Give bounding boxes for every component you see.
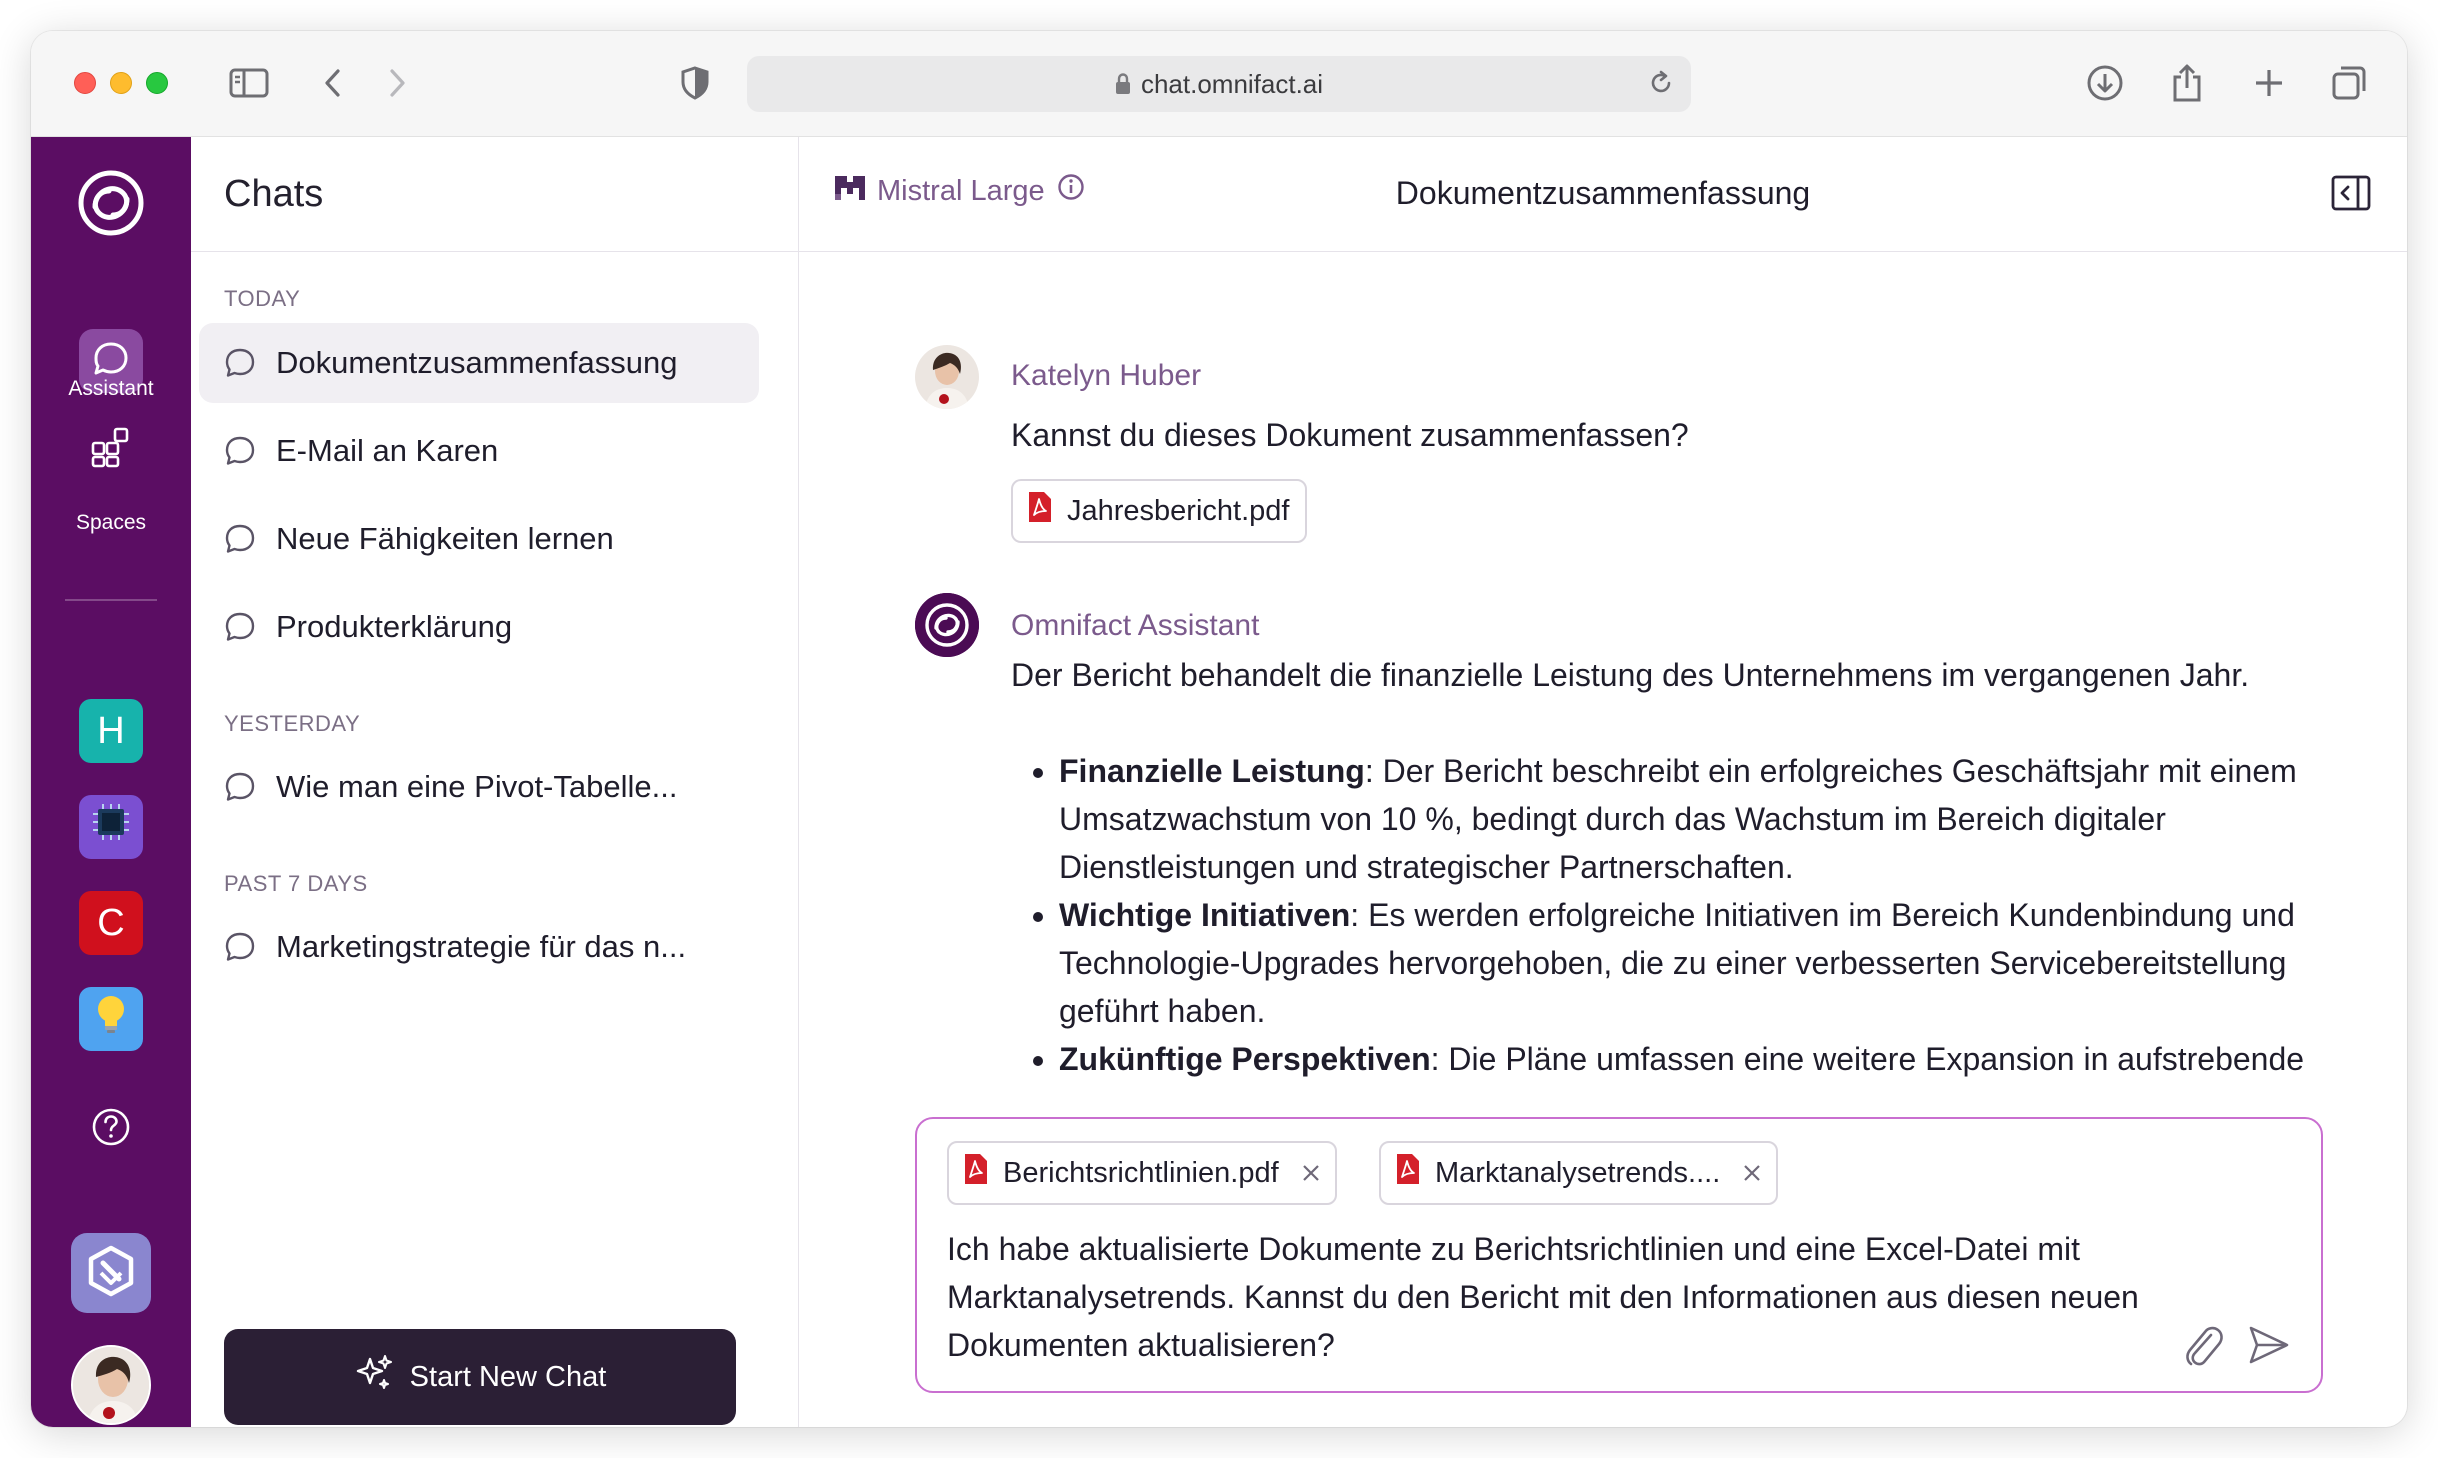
chat-item-label: Wie man eine Pivot-Tabelle... bbox=[276, 769, 678, 804]
app-rail: Assistant Spaces H C bbox=[31, 137, 191, 1427]
chat-bubble-icon bbox=[224, 347, 256, 379]
conversation-header: Mistral Large Dokumentzusammenfassung bbox=[799, 137, 2407, 252]
url-text: chat.omnifact.ai bbox=[1140, 68, 1324, 99]
chat-item-marketingstrategie[interactable]: Marketingstrategie für das n... bbox=[199, 907, 759, 987]
user-message-text: Kannst du dieses Dokument zusammenfassen… bbox=[1011, 417, 1689, 453]
composer-attachment-chip[interactable]: Berichtsrichtlinien.pdf bbox=[947, 1141, 1337, 1205]
chat-bubble-icon bbox=[224, 771, 256, 803]
user-message-avatar bbox=[915, 345, 979, 409]
section-yesterday: YESTERDAY bbox=[224, 711, 361, 736]
section-today: TODAY bbox=[224, 286, 301, 311]
rail-divider bbox=[65, 599, 157, 601]
chat-item-pivot-tabelle[interactable]: Wie man eine Pivot-Tabelle... bbox=[199, 747, 759, 827]
back-icon[interactable] bbox=[309, 59, 357, 107]
chat-item-label: Produkterklärung bbox=[276, 609, 513, 644]
attach-file-icon[interactable] bbox=[2181, 1323, 2225, 1374]
spaces-nav-button[interactable] bbox=[79, 417, 143, 481]
minimize-window-button[interactable] bbox=[110, 72, 132, 94]
space-c-button[interactable]: C bbox=[79, 891, 143, 955]
conversation-title: Dokumentzusammenfassung bbox=[1395, 175, 1811, 211]
assistant-intro: Der Bericht behandelt die finanzielle Le… bbox=[1011, 657, 2250, 693]
remove-attachment-icon[interactable] bbox=[1301, 1163, 1321, 1183]
close-window-button[interactable] bbox=[74, 72, 96, 94]
remove-attachment-icon[interactable] bbox=[1742, 1163, 1762, 1183]
pdf-icon bbox=[1027, 491, 1053, 531]
pdf-icon bbox=[1395, 1153, 1421, 1193]
zoom-window-button[interactable] bbox=[146, 72, 168, 94]
conversation-pane: Mistral Large Dokumentzusammenfassung Ka… bbox=[799, 137, 2407, 1427]
pdf-icon bbox=[963, 1153, 989, 1193]
chats-sidebar: Chats TODAY Dokumentzusammenfassung E-Ma… bbox=[191, 137, 799, 1427]
composer-attachment-chip[interactable]: Marktanalysetrends.... bbox=[1379, 1141, 1779, 1205]
user-message-name: Katelyn Huber bbox=[1011, 359, 1202, 392]
tab-overview-icon[interactable] bbox=[2325, 59, 2373, 107]
downloads-icon[interactable] bbox=[2081, 59, 2129, 107]
composer-input-text[interactable]: Ich habe aktualisierte Dokumente zu Beri… bbox=[947, 1225, 2177, 1369]
bullet-item: Wichtige Initiativen: Es werden erfolgre… bbox=[1059, 891, 2341, 1035]
new-tab-icon[interactable] bbox=[2245, 59, 2293, 107]
attachment-filename: Marktanalysetrends.... bbox=[1435, 1156, 1721, 1189]
lock-icon bbox=[1115, 73, 1131, 95]
chat-bubble-icon bbox=[224, 435, 256, 467]
assistant-message-avatar bbox=[915, 593, 979, 657]
send-icon[interactable] bbox=[2247, 1323, 2291, 1372]
light-bulb-icon bbox=[91, 992, 131, 1046]
chat-bubble-icon bbox=[224, 523, 256, 555]
browser-window: chat.omnifact.ai Assistant Spaces H C Ch… bbox=[31, 31, 2407, 1427]
start-new-chat-label: Start New Chat bbox=[409, 1360, 607, 1393]
address-bar[interactable]: chat.omnifact.ai bbox=[747, 56, 1691, 112]
attachment-filename: Jahresbericht.pdf bbox=[1067, 494, 1290, 527]
chat-bubble-icon bbox=[224, 611, 256, 643]
chat-item-dokumentzusammenfassung[interactable]: Dokumentzusammenfassung bbox=[199, 323, 759, 403]
reload-icon[interactable] bbox=[1647, 69, 1675, 104]
chat-item-email-karen[interactable]: E-Mail an Karen bbox=[199, 411, 759, 491]
privacy-shield-icon[interactable] bbox=[671, 59, 719, 107]
panel-toggle-icon[interactable] bbox=[2331, 175, 2371, 216]
assistant-message-name: Omnifact Assistant bbox=[1011, 609, 1260, 642]
chat-item-label: E-Mail an Karen bbox=[276, 433, 499, 468]
space-chip-button[interactable] bbox=[79, 795, 143, 859]
sidebar-toggle-icon[interactable] bbox=[225, 59, 273, 107]
chat-item-label: Marketingstrategie für das n... bbox=[276, 929, 687, 964]
bullet-title: Finanzielle Leistung bbox=[1059, 753, 1365, 789]
chats-title: Chats bbox=[191, 137, 798, 252]
section-past-7-days: PAST 7 DAYS bbox=[224, 871, 368, 896]
user-attachment-chip[interactable]: Jahresbericht.pdf bbox=[1011, 479, 1308, 543]
help-button[interactable] bbox=[79, 1097, 143, 1161]
chat-item-label: Neue Fähigkeiten lernen bbox=[276, 521, 614, 556]
omnifact-logo-icon[interactable] bbox=[75, 167, 147, 244]
bullet-item: Finanzielle Leistung: Der Bericht beschr… bbox=[1059, 747, 2341, 891]
share-icon[interactable] bbox=[2163, 59, 2211, 107]
browser-toolbar: chat.omnifact.ai bbox=[31, 31, 2407, 137]
space-h-button[interactable]: H bbox=[79, 699, 143, 763]
question-circle-icon bbox=[90, 1106, 132, 1153]
attachment-filename: Berichtsrichtlinien.pdf bbox=[1003, 1156, 1279, 1189]
space-letter: H bbox=[97, 709, 125, 752]
user-avatar[interactable] bbox=[71, 1345, 151, 1425]
assistant-nav-label: Assistant bbox=[68, 377, 154, 400]
start-new-chat-button[interactable]: Start New Chat bbox=[224, 1329, 736, 1425]
org-logo-icon bbox=[83, 1243, 139, 1304]
bullet-item: Zukünftige Perspektiven: Die Pläne umfas… bbox=[1059, 1035, 2341, 1091]
spaces-nav-label: Spaces bbox=[75, 511, 147, 534]
message-composer[interactable]: Berichtsrichtlinien.pdf Marktanalysetren… bbox=[915, 1117, 2323, 1393]
assistant-message-body: Der Bericht behandelt die finanzielle Le… bbox=[1011, 651, 2341, 1091]
org-switcher-button[interactable] bbox=[71, 1233, 151, 1313]
chip-icon bbox=[91, 802, 131, 852]
chat-item-label: Dokumentzusammenfassung bbox=[276, 345, 678, 380]
space-idea-button[interactable] bbox=[79, 987, 143, 1051]
forward-icon[interactable] bbox=[373, 59, 421, 107]
space-letter: C bbox=[97, 901, 125, 944]
grid-icon bbox=[90, 426, 132, 473]
bullet-title: Wichtige Initiativen bbox=[1059, 897, 1351, 933]
chat-item-produkterklaerung[interactable]: Produkterklärung bbox=[199, 587, 759, 667]
chat-item-neue-faehigkeiten[interactable]: Neue Fähigkeiten lernen bbox=[199, 499, 759, 579]
bullet-title: Zukünftige Perspektiven bbox=[1059, 1041, 1431, 1077]
chat-bubble-icon bbox=[224, 931, 256, 963]
assistant-bullet-list: Finanzielle Leistung: Der Bericht beschr… bbox=[1011, 747, 2341, 1091]
sparkles-icon bbox=[354, 1353, 394, 1401]
